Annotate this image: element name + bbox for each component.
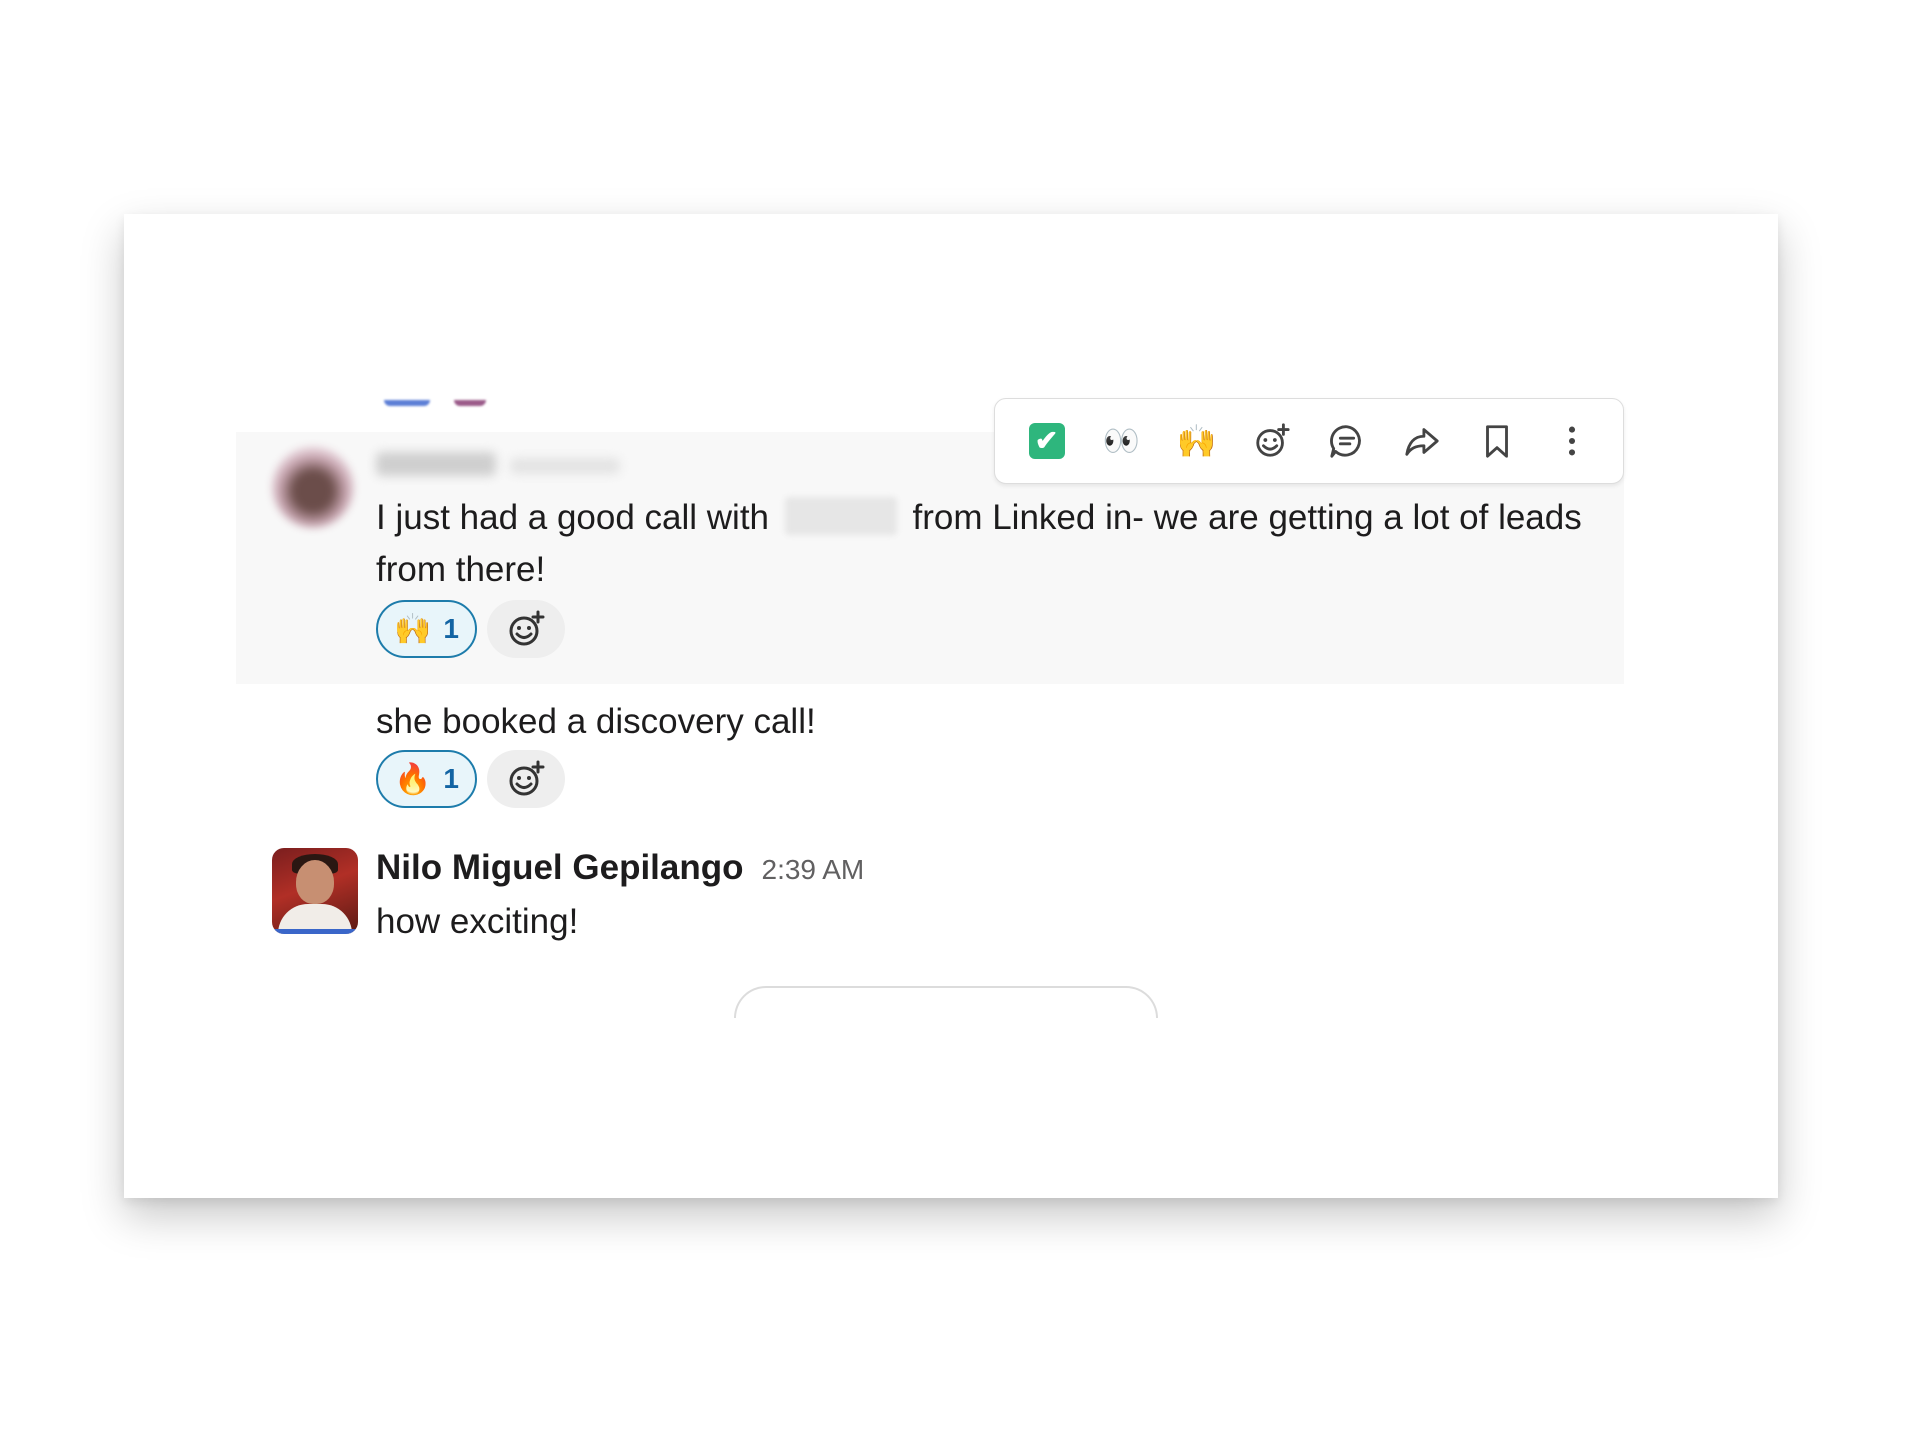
completed-reaction-button[interactable]: ✔ [1020, 414, 1074, 468]
more-actions-button[interactable] [1545, 414, 1599, 468]
bookmark-icon [1485, 425, 1508, 458]
reaction-count: 1 [443, 763, 459, 794]
save-for-later-button[interactable] [1470, 414, 1524, 468]
eyes-icon: 👀 [1102, 424, 1141, 458]
share-arrow-icon [1404, 428, 1439, 456]
message-header: Nilo Miguel Gepilango 2:39 AM [376, 848, 864, 888]
reaction-fire[interactable]: 🔥 1 [376, 750, 477, 808]
more-vertical-icon [1568, 426, 1575, 456]
reaction-count: 1 [443, 613, 459, 644]
fire-icon: 🔥 [394, 762, 432, 796]
raised-hands-reaction-button[interactable]: 🙌 [1170, 414, 1224, 468]
message-text: how exciting! [376, 902, 579, 941]
sender-name[interactable]: Nilo Miguel Gepilango [376, 848, 744, 888]
message-timestamp[interactable]: 2:39 AM [762, 854, 865, 886]
redacted-mention [784, 497, 897, 535]
add-emoji-icon [1255, 423, 1290, 457]
message-text: I just had a good call with from Linked … [376, 492, 1636, 596]
add-emoji-icon [509, 610, 545, 646]
message-reactions: 🙌 1 [376, 600, 565, 658]
message-actions-toolbar: ✔ 👀 🙌 [994, 398, 1624, 484]
add-emoji-icon [509, 760, 545, 796]
add-reaction-button[interactable] [486, 600, 565, 658]
thread-icon [1329, 425, 1361, 458]
eyes-reaction-button[interactable]: 👀 [1095, 414, 1149, 468]
chat-panel [124, 214, 1778, 1198]
previous-message-reactions [384, 400, 504, 410]
avatar[interactable] [272, 848, 358, 934]
reply-in-thread-button[interactable] [1320, 414, 1374, 468]
new-messages-pill[interactable] [734, 986, 1158, 1018]
raised-hands-icon: 🙌 [1176, 423, 1217, 459]
reaction-raised-hands[interactable]: 🙌 1 [376, 600, 477, 658]
redacted-timestamp [510, 458, 620, 474]
redacted-sender-name [376, 452, 496, 476]
avatar[interactable] [272, 446, 354, 528]
share-message-button[interactable] [1395, 414, 1449, 468]
raised-hands-icon: 🙌 [394, 612, 432, 646]
message-text-start: I just had a good call with [376, 498, 770, 537]
check-icon: ✔ [1028, 423, 1065, 459]
add-reaction-toolbar-button[interactable] [1245, 414, 1299, 468]
message-reactions: 🔥 1 [376, 750, 565, 808]
add-reaction-button[interactable] [486, 750, 565, 808]
message-text: she booked a discovery call! [376, 702, 816, 741]
